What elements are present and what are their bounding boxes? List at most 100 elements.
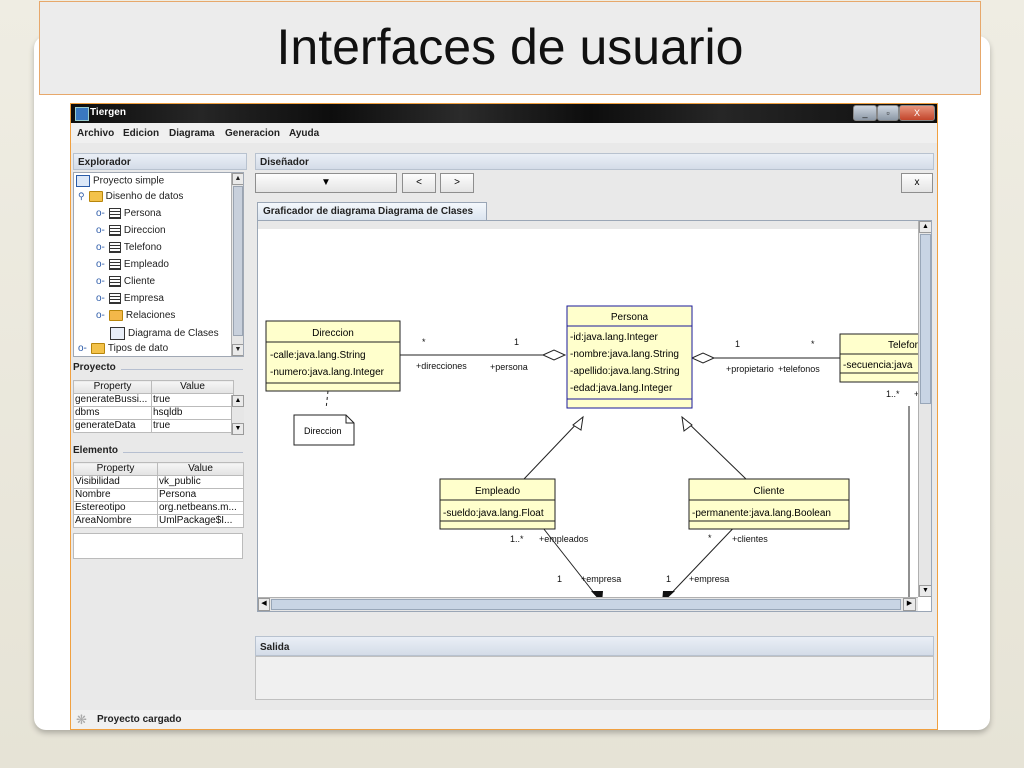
diagram-selector[interactable]: ▼ xyxy=(255,173,397,193)
class-diagram: Persona -id:java.lang.Integer -nombre:ja… xyxy=(258,221,931,611)
tree-scrollbar[interactable]: ▲ ▼ xyxy=(231,173,243,356)
scroll-down-button[interactable]: ▼ xyxy=(232,423,244,435)
scroll-up-button[interactable]: ▲ xyxy=(232,173,243,185)
scroll-thumb[interactable] xyxy=(271,599,901,610)
window-titlebar[interactable]: Tiergen _ ▫ X xyxy=(71,104,937,123)
tree-item-tipos-de-dato[interactable]: o- Tipos de dato xyxy=(78,343,168,356)
element-table-empty-area xyxy=(73,533,243,559)
class-attribute: -edad:java.lang.Integer xyxy=(570,383,673,394)
chevron-down-icon: ▼ xyxy=(321,177,331,188)
scroll-down-button[interactable]: ▼ xyxy=(919,585,931,597)
collapsed-handle-icon[interactable]: o- xyxy=(96,259,105,270)
diagram-icon xyxy=(110,327,125,340)
explorer-tree: Proyecto simple ⚲ Disenho de datos o- Pers… xyxy=(73,172,244,357)
multiplicity-label: 1..* xyxy=(886,389,900,399)
tree-item-persona[interactable]: o- Persona xyxy=(96,208,161,224)
generalization-line xyxy=(681,416,747,480)
menu-edicion[interactable]: Edicion xyxy=(123,128,159,139)
loading-spinner-icon: ❋ xyxy=(76,712,87,727)
designer-header: Diseñador xyxy=(255,153,934,170)
table-icon xyxy=(108,242,121,253)
class-attribute: -calle:java.lang.String xyxy=(270,350,366,361)
scroll-thumb[interactable] xyxy=(233,186,243,336)
output-header: Salida xyxy=(255,636,934,656)
class-direccion[interactable]: Direccion -calle:java.lang.String -numer… xyxy=(265,320,401,392)
collapsed-handle-icon[interactable]: o- xyxy=(96,293,105,304)
multiplicity-label: 1 xyxy=(514,337,519,347)
canvas-horizontal-scrollbar[interactable]: ◀ ▶ xyxy=(258,597,918,611)
column-header[interactable]: Value xyxy=(157,462,244,476)
tree-item-cliente[interactable]: o- Cliente xyxy=(96,276,155,292)
collapsed-handle-icon[interactable]: o- xyxy=(96,208,105,219)
table-row[interactable]: generateData true xyxy=(73,419,234,433)
explorer-header: Explorador xyxy=(73,153,247,170)
close-button[interactable]: X xyxy=(899,105,935,121)
multiplicity-label: 1 xyxy=(735,339,740,349)
collapsed-handle-icon[interactable]: o- xyxy=(96,242,105,253)
tree-item-diagrama-de-clases[interactable]: Diagrama de Clases xyxy=(110,327,219,343)
project-table-scrollbar[interactable]: ▲ ▼ xyxy=(231,395,244,435)
multiplicity-label: 1 xyxy=(557,574,562,584)
menu-diagrama[interactable]: Diagrama xyxy=(169,128,215,139)
tree-item-direccion[interactable]: o- Direccion xyxy=(96,225,166,241)
multiplicity-label: 1 xyxy=(666,574,671,584)
role-label: +empresa xyxy=(689,574,729,584)
class-cliente[interactable]: Cliente -permanente:java.lang.Boolean xyxy=(688,478,850,530)
tree-item-proyecto-simple[interactable]: Proyecto simple xyxy=(76,175,164,191)
scroll-up-button[interactable]: ▲ xyxy=(919,221,931,233)
class-name: Persona xyxy=(611,312,649,323)
scroll-up-button[interactable]: ▲ xyxy=(232,395,244,407)
prev-button[interactable]: < xyxy=(402,173,436,193)
canvas-vertical-scrollbar[interactable]: ▲ ▼ xyxy=(918,221,931,597)
next-button[interactable]: > xyxy=(440,173,474,193)
scroll-left-button[interactable]: ◀ xyxy=(258,598,270,611)
class-attribute: -nombre:java.lang.String xyxy=(570,349,679,360)
close-designer-button[interactable]: x xyxy=(901,173,933,193)
table-row[interactable]: Nombre Persona xyxy=(73,488,244,502)
scroll-right-button[interactable]: ▶ xyxy=(903,598,916,611)
diagram-canvas[interactable]: Persona -id:java.lang.Integer -nombre:ja… xyxy=(257,220,932,612)
collapsed-handle-icon[interactable]: o- xyxy=(96,276,105,287)
column-header[interactable]: Property xyxy=(73,462,158,476)
folder-icon xyxy=(90,343,105,354)
tree-item-empleado[interactable]: o- Empleado xyxy=(96,259,169,275)
note-direccion[interactable]: Direccion xyxy=(293,414,355,446)
composition-line xyxy=(535,518,603,604)
window-title: Tiergen xyxy=(90,107,126,118)
section-divider xyxy=(121,369,243,370)
class-attribute: -id:java.lang.Integer xyxy=(570,332,659,343)
table-row[interactable]: generateBussi... true xyxy=(73,393,234,407)
scroll-thumb[interactable] xyxy=(920,234,931,404)
table-icon xyxy=(108,259,121,270)
column-header[interactable]: Value xyxy=(151,380,234,394)
tree-item-telefono[interactable]: o- Telefono xyxy=(96,242,162,258)
class-empleado[interactable]: Empleado -sueldo:java.lang.Float xyxy=(439,478,556,530)
collapsed-handle-icon[interactable]: o- xyxy=(96,310,105,321)
collapsed-handle-icon[interactable]: o- xyxy=(96,225,105,236)
folder-icon xyxy=(88,191,103,202)
maximize-button[interactable]: ▫ xyxy=(877,105,899,121)
menu-generacion[interactable]: Generacion xyxy=(225,128,280,139)
multiplicity-label: * xyxy=(708,533,712,543)
tree-item-empresa[interactable]: o- Empresa xyxy=(96,293,164,309)
tree-item-disenho-de-datos[interactable]: ⚲ Disenho de datos xyxy=(78,191,183,207)
menu-archivo[interactable]: Archivo xyxy=(77,128,114,139)
role-label: +empresa xyxy=(581,574,621,584)
role-label: +clientes xyxy=(732,534,768,544)
table-row[interactable]: dbms hsqldb xyxy=(73,406,234,420)
tree-item-relaciones[interactable]: o- Relaciones xyxy=(96,310,175,326)
minimize-button[interactable]: _ xyxy=(853,105,877,121)
collapsed-handle-icon[interactable]: o- xyxy=(78,343,87,354)
table-row[interactable]: AreaNombre UmlPackage$I... xyxy=(73,514,244,528)
column-header[interactable]: Property xyxy=(73,380,152,394)
project-section-title: Proyecto xyxy=(73,362,116,373)
menu-ayuda[interactable]: Ayuda xyxy=(289,128,319,139)
table-icon xyxy=(108,276,121,287)
aggregation-diamond xyxy=(690,352,716,364)
table-row[interactable]: Estereotipo org.netbeans.m... xyxy=(73,501,244,515)
scroll-down-button[interactable]: ▼ xyxy=(232,344,243,356)
class-persona[interactable]: Persona -id:java.lang.Integer -nombre:ja… xyxy=(566,305,693,409)
table-row[interactable]: Visibilidad vk_public xyxy=(73,475,244,489)
tab-diagrama-de-clases[interactable]: Graficador de diagrama Diagrama de Clase… xyxy=(257,202,487,220)
expand-handle-icon[interactable]: ⚲ xyxy=(78,191,85,201)
